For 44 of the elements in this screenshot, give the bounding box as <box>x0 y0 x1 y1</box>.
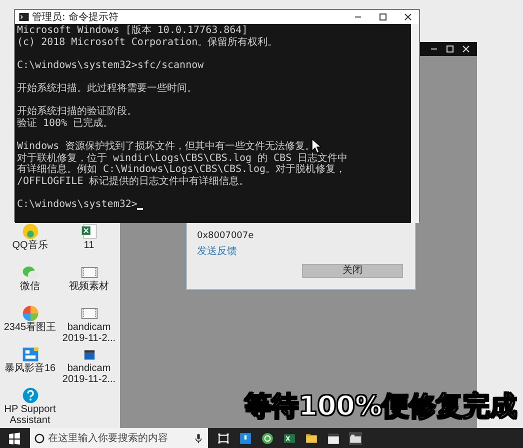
circle-app-icon[interactable] <box>261 432 274 444</box>
console-line: 开始系统扫描的验证阶段。 <box>17 106 137 118</box>
desktop-icon-label: bandicam 2019-11-2... <box>61 363 117 385</box>
microphone-icon[interactable] <box>193 432 204 444</box>
console-line: C:\windows\system32> <box>17 198 138 210</box>
desktop-icon-label: QQ音乐 <box>11 240 49 251</box>
close-button[interactable]: 关闭 <box>302 264 403 278</box>
console-line: 对于联机修复，位于 windir\Logs\CBS\CBS.log 的 CBS 日志文件中 <box>17 152 348 164</box>
console-line: C:\windows\system32>sfc/scannow <box>17 60 204 72</box>
desktop-icon-label: 11 <box>82 240 96 251</box>
close-icon[interactable] <box>403 12 413 22</box>
desktop-icon-label: HP Support Assistant <box>3 404 57 426</box>
windows-start-icon[interactable] <box>8 432 21 444</box>
mouse-pointer-icon <box>311 138 321 154</box>
window-title: 管理员: 命令提示符 <box>32 11 119 24</box>
player-app-icon[interactable] <box>22 346 38 363</box>
console-line: 有详细信息。例如 C:\Windows\Logs\CBS\CBS.log。对于脱机修复， <box>17 164 346 176</box>
film-frame-icon[interactable] <box>80 305 98 322</box>
desktop-icon-label: bandicam 2019-11-2... <box>61 322 117 344</box>
console-line: (c) 2018 Microsoft Corporation。保留所有权利。 <box>17 36 278 48</box>
terminal-icon <box>19 13 29 21</box>
desktop-icon-label: 暴风影音16 <box>3 363 57 374</box>
search-icon <box>34 432 45 444</box>
console-line: /OFFLOGFILE 标记提供的日志文件中有详细信息。 <box>17 176 250 188</box>
maximize-icon[interactable] <box>378 12 388 22</box>
clapperboard-icon[interactable] <box>327 432 340 444</box>
spreadsheet-icon[interactable] <box>283 432 296 444</box>
desktop-icon-label: 微信 <box>19 281 41 292</box>
film-frame-icon[interactable] <box>80 264 98 281</box>
folder-icon[interactable] <box>305 432 318 444</box>
console-line: Windows 资源保护找到了损坏文件，但其中有一些文件无法修复。 <box>17 140 316 152</box>
console-line: 验证 100% 已完成。 <box>17 118 114 130</box>
image-viewer-icon[interactable] <box>22 305 38 322</box>
desktop-icon-label: 2345看图王 <box>2 322 58 333</box>
task-view-icon[interactable] <box>217 432 230 444</box>
scrollbar[interactable] <box>411 24 419 224</box>
console-line: 开始系统扫描。此过程将需要一些时间。 <box>17 82 197 95</box>
text-cursor <box>137 208 144 210</box>
help-icon[interactable] <box>22 387 38 404</box>
console-line: Microsoft Windows [版本 10.0.17763.864] <box>17 25 248 36</box>
error-code: 0x8007007e <box>197 231 254 241</box>
feedback-link[interactable]: 发送反馈 <box>197 244 237 258</box>
microphone-app-icon[interactable] <box>239 432 252 444</box>
desktop-icon-label: 视频素材 <box>68 281 110 292</box>
